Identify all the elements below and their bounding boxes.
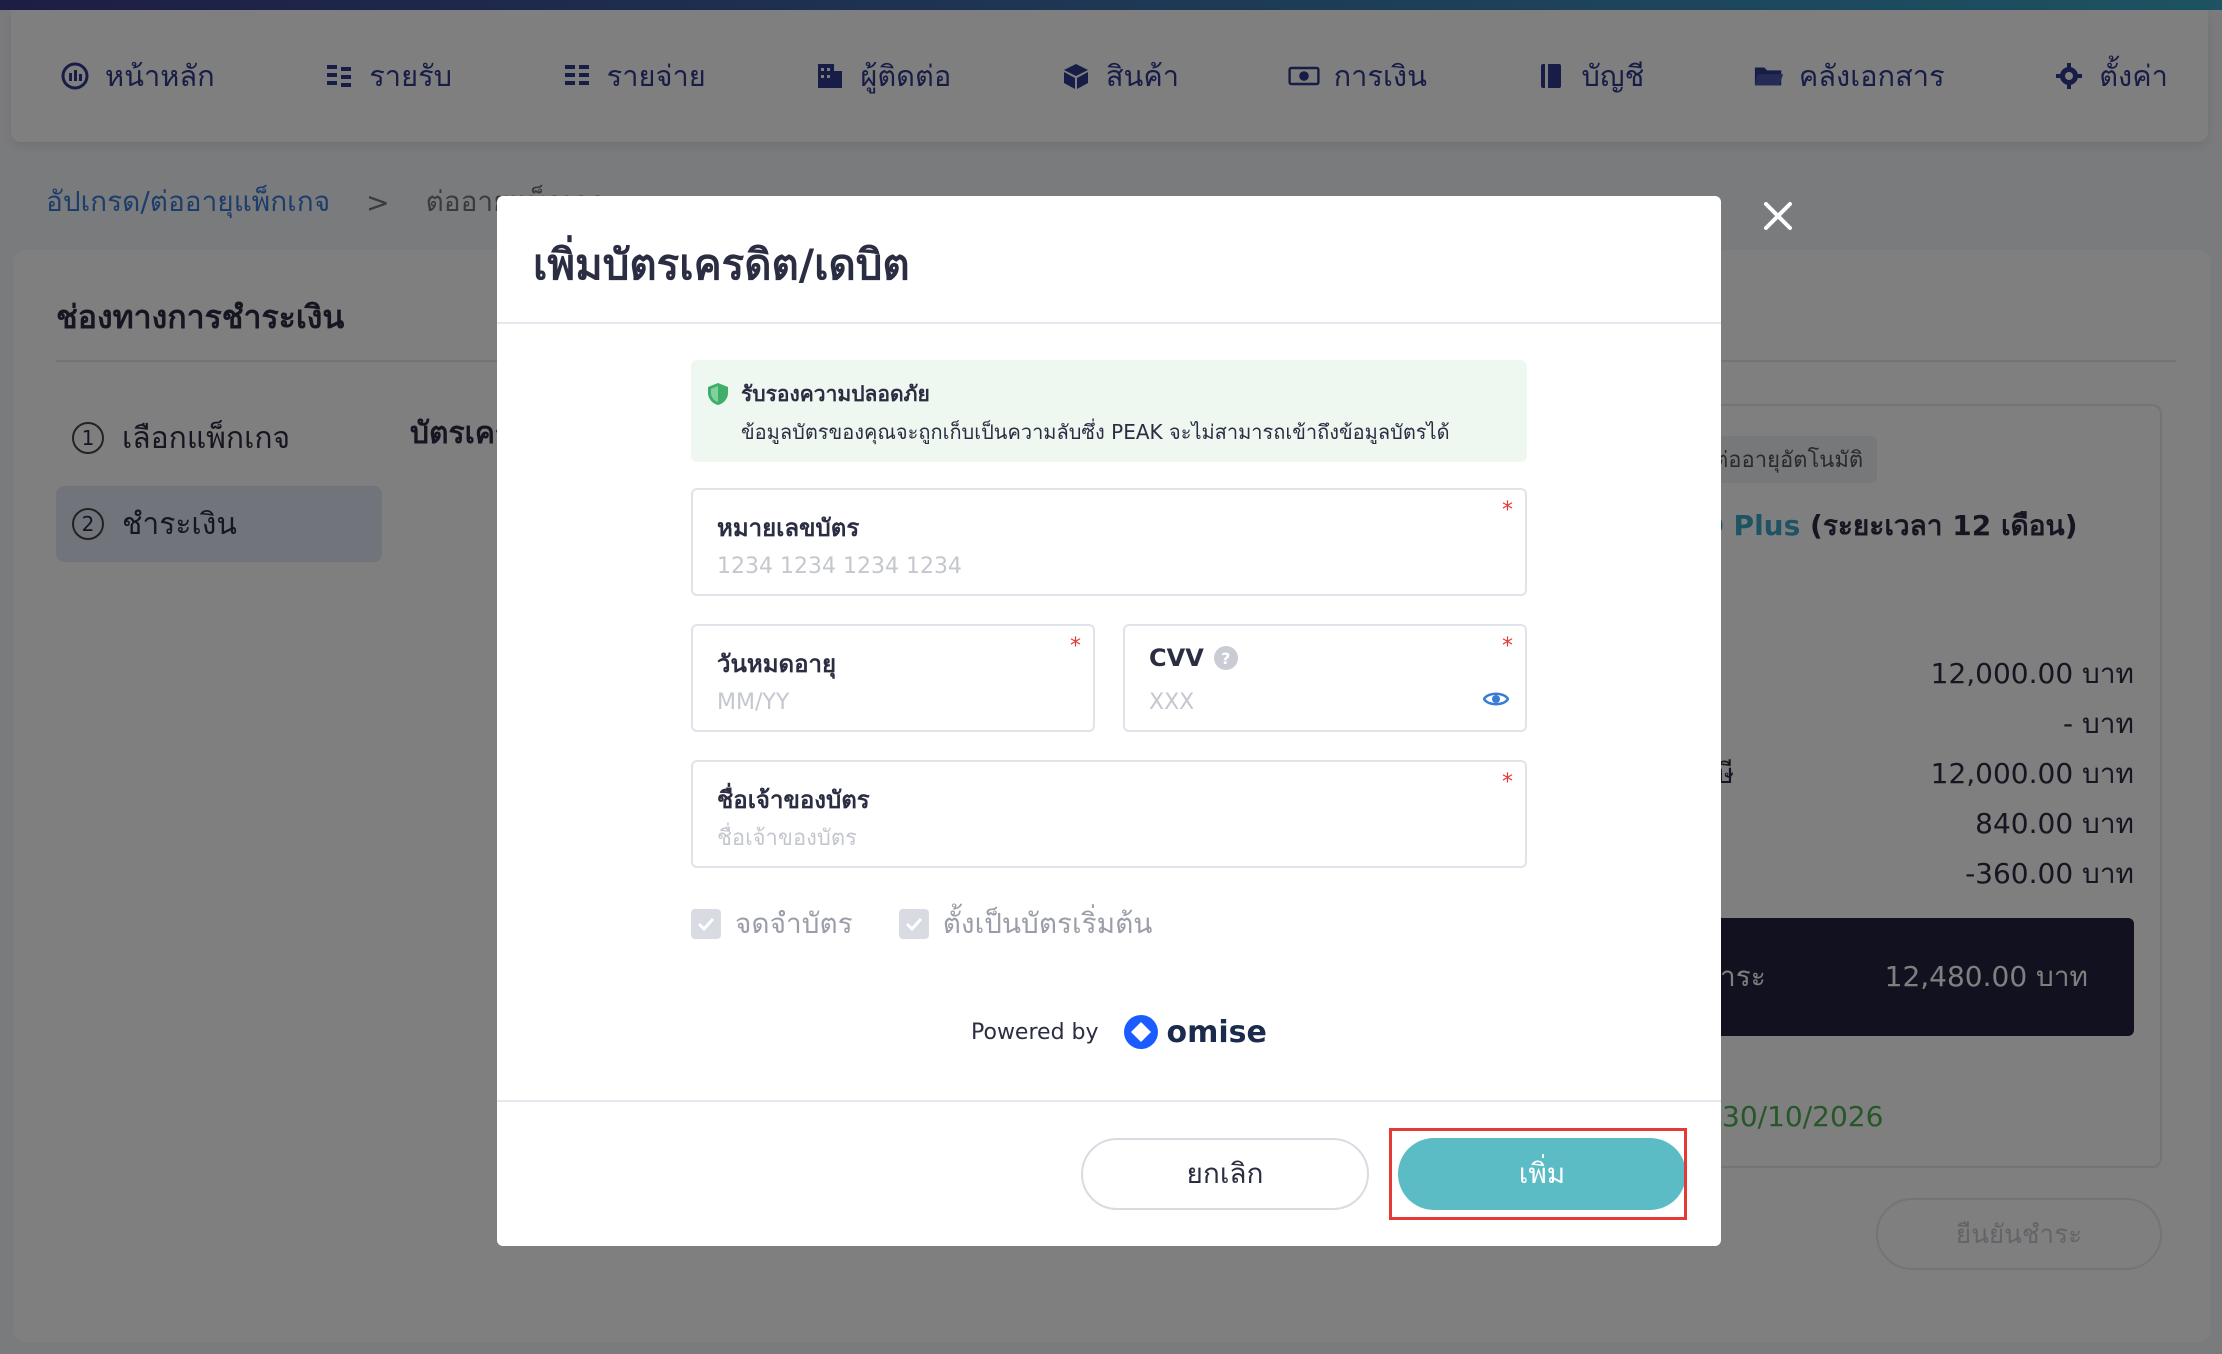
check-icon	[905, 917, 922, 932]
add-card-modal: เพิ่มบัตรเครดิต/เดบิต รับรองความปลอดภัย …	[497, 196, 1721, 1246]
cardholder-label: ชื่อเจ้าของบัตร	[717, 786, 870, 814]
cvv-label: CVV	[1149, 644, 1204, 672]
close-icon	[1764, 202, 1792, 230]
divider	[497, 322, 1721, 324]
omise-mark-icon	[1123, 1015, 1158, 1049]
cancel-button[interactable]: ยกเลิก	[1081, 1138, 1369, 1210]
required-mark: *	[1502, 770, 1513, 795]
cardholder-field: ชื่อเจ้าของบัตร *	[691, 760, 1527, 868]
security-notice: รับรองความปลอดภัย ข้อมูลบัตรของคุณจะถูกเ…	[691, 360, 1527, 462]
remember-card-checkbox[interactable]	[691, 909, 721, 939]
default-card-checkbox[interactable]	[898, 909, 929, 939]
powered-by-text: Powered by	[971, 1019, 1099, 1045]
omise-wordmark: omise	[1166, 1014, 1267, 1050]
default-card-option[interactable]: ตั้งเป็นบัตรเริ่มต้น	[898, 902, 1153, 946]
close-modal-button[interactable]	[1758, 196, 1798, 236]
divider	[497, 1100, 1721, 1102]
card-number-field: หมายเลขบัตร *	[691, 488, 1527, 596]
required-mark: *	[1070, 634, 1081, 659]
cvv-field: CVV ? *	[1123, 624, 1527, 732]
expiry-input[interactable]	[717, 684, 1037, 720]
required-mark: *	[1502, 498, 1513, 523]
eye-icon[interactable]	[1483, 690, 1509, 708]
card-number-input[interactable]	[717, 548, 1469, 584]
omise-logo: omise	[1123, 1014, 1267, 1050]
required-mark: *	[1502, 634, 1513, 659]
modal-title: เพิ่มบัตรเครดิต/เดบิต	[533, 240, 910, 289]
cvv-input[interactable]	[1149, 684, 1469, 720]
remember-card-option[interactable]: จดจำบัตร	[691, 902, 853, 946]
check-icon	[697, 917, 715, 932]
highlight-box	[1389, 1128, 1687, 1220]
shield-icon	[708, 383, 728, 405]
cardholder-input[interactable]	[717, 820, 1469, 856]
security-text: ข้อมูลบัตรของคุณจะถูกเก็บเป็นความลับซึ่ง…	[741, 420, 1450, 444]
card-number-label: หมายเลขบัตร	[717, 514, 860, 542]
help-icon[interactable]: ?	[1213, 646, 1238, 670]
expiry-label: วันหมดอายุ	[717, 650, 837, 678]
powered-by: Powered by omise	[971, 1014, 1267, 1050]
security-title: รับรองความปลอดภัย	[741, 382, 930, 406]
remember-card-label: จดจำบัตร	[735, 907, 853, 940]
expiry-field: วันหมดอายุ *	[691, 624, 1095, 732]
card-options: จดจำบัตร ตั้งเป็นบัตรเริ่มต้น	[691, 902, 1152, 946]
cvv-label-wrap: CVV ?	[1149, 644, 1238, 672]
default-card-label: ตั้งเป็นบัตรเริ่มต้น	[942, 907, 1153, 940]
